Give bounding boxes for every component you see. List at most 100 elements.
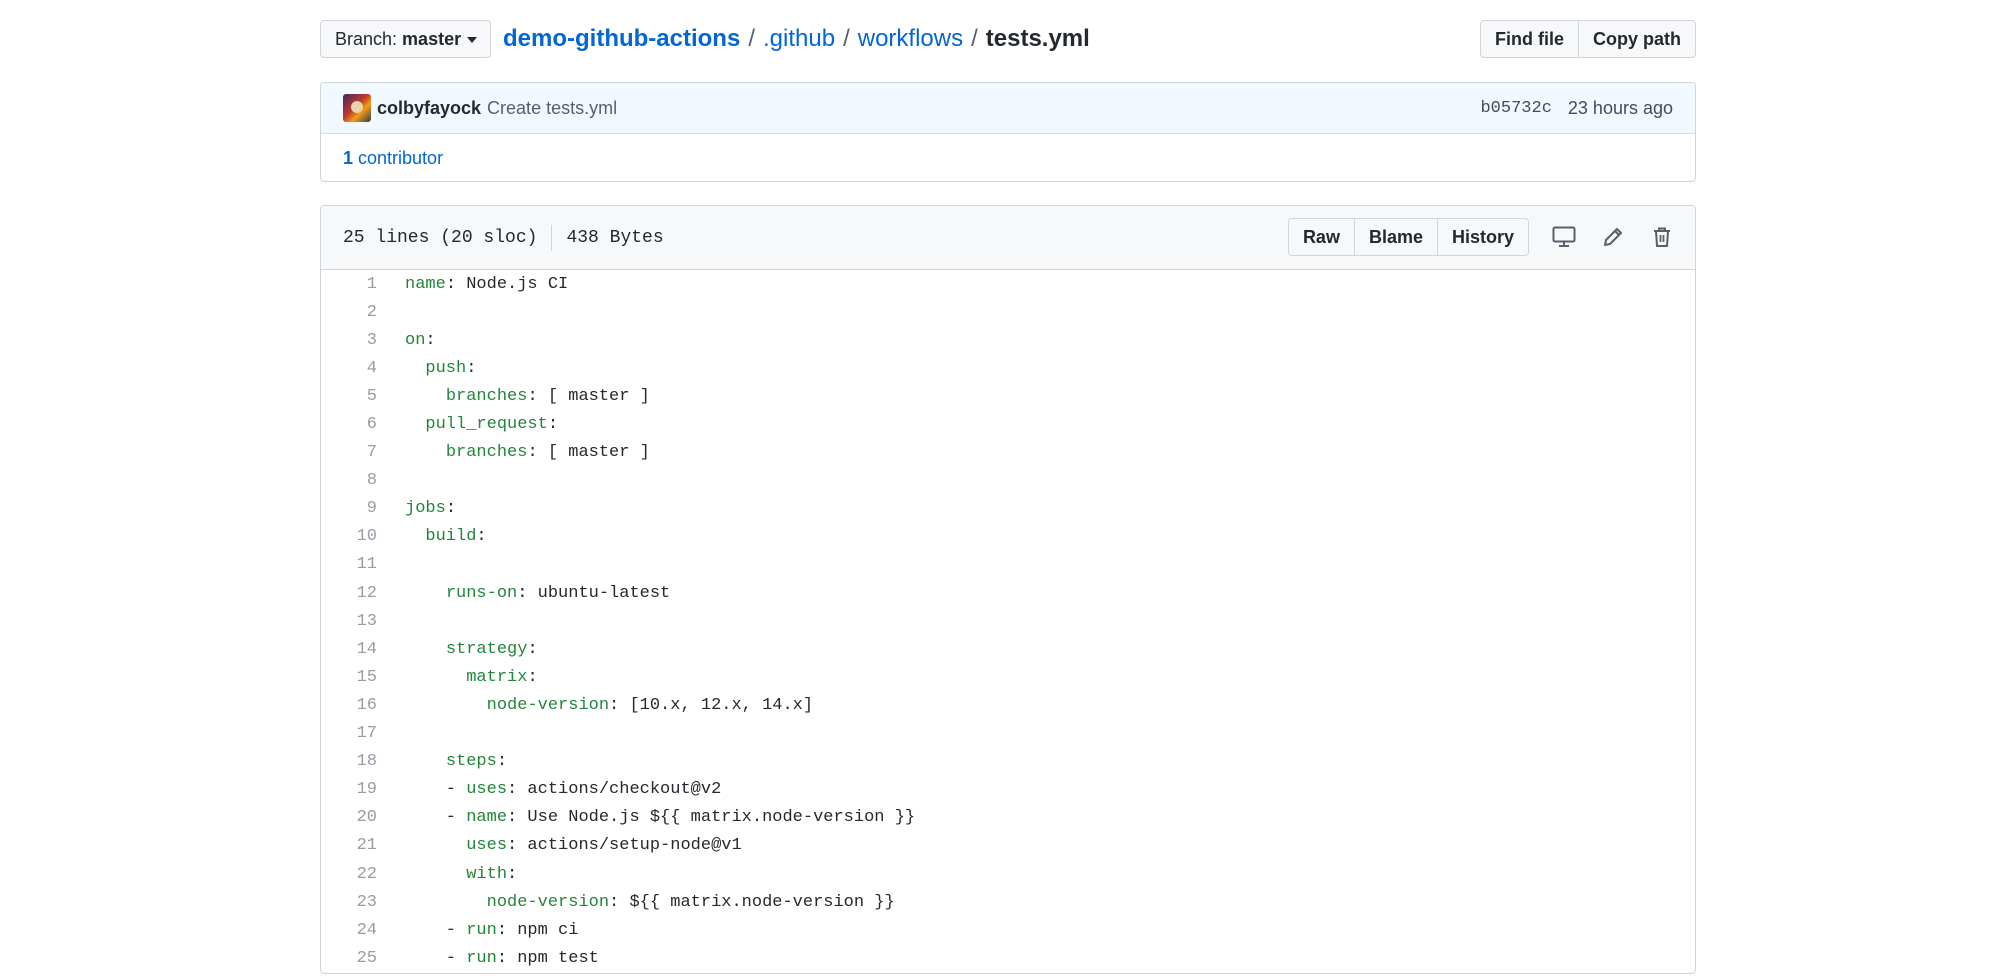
line-indent: - <box>405 780 467 800</box>
line-number[interactable]: 24 <box>321 921 377 940</box>
line-number[interactable]: 6 <box>321 415 377 434</box>
line-number[interactable]: 17 <box>321 724 377 743</box>
code-line: 4 push: <box>321 354 1695 382</box>
code-line: 8 <box>321 467 1695 495</box>
yaml-value: : <box>445 499 457 519</box>
line-number[interactable]: 9 <box>321 499 377 518</box>
line-number[interactable]: 25 <box>321 949 377 968</box>
commit-author-link[interactable]: colbyfayock <box>377 98 481 119</box>
line-content: node-version: [10.x, 12.x, 14.x] <box>377 696 813 715</box>
code-line: 14 strategy: <box>321 635 1695 663</box>
branch-name: master <box>402 28 462 49</box>
line-content: uses: actions/setup-node@v1 <box>377 836 742 856</box>
breadcrumb-separator: / <box>748 25 755 52</box>
line-indent: - <box>405 808 467 828</box>
yaml-key: push <box>425 358 467 378</box>
breadcrumb-repo-link[interactable]: demo-github-actions <box>503 25 740 53</box>
yaml-value: : actions/setup-node@v1 <box>507 836 742 856</box>
line-number[interactable]: 3 <box>321 331 377 350</box>
code-line: 16 node-version: [10.x, 12.x, 14.x] <box>321 691 1695 719</box>
trash-icon[interactable] <box>1645 220 1679 254</box>
code-line: 3 on: <box>321 326 1695 354</box>
line-number[interactable]: 13 <box>321 612 377 631</box>
line-number[interactable]: 7 <box>321 443 377 462</box>
line-number[interactable]: 21 <box>321 836 377 855</box>
desktop-icon[interactable] <box>1547 220 1581 254</box>
yaml-value: : ubuntu-latest <box>517 583 671 603</box>
contributors-row: 1 contributor <box>321 134 1695 181</box>
yaml-value: : Node.js CI <box>445 274 569 294</box>
commit-message-link[interactable]: Create tests.yml <box>487 98 617 119</box>
branch-select-button[interactable]: Branch: master <box>320 20 491 58</box>
line-number[interactable]: 8 <box>321 471 377 490</box>
line-content: on: <box>377 331 436 350</box>
line-number[interactable]: 2 <box>321 303 377 322</box>
line-number[interactable]: 15 <box>321 668 377 687</box>
avatar[interactable] <box>343 94 371 122</box>
breadcrumb-github-dir-link[interactable]: .github <box>763 25 835 53</box>
yaml-value: : npm test <box>496 948 599 968</box>
code-line: 1 name: Node.js CI <box>321 270 1695 298</box>
line-number[interactable]: 18 <box>321 752 377 771</box>
path-button-group: Find file Copy path <box>1480 20 1696 58</box>
yaml-value: : npm ci <box>496 920 579 940</box>
line-number[interactable]: 10 <box>321 527 377 546</box>
yaml-key: steps <box>445 752 497 772</box>
copy-path-button[interactable]: Copy path <box>1578 20 1696 58</box>
find-file-button[interactable]: Find file <box>1480 20 1579 58</box>
yaml-value: : <box>425 330 436 350</box>
contributors-link[interactable]: 1 contributor <box>343 148 443 169</box>
breadcrumb-workflows-dir-link[interactable]: workflows <box>858 25 963 53</box>
raw-button[interactable]: Raw <box>1287 218 1355 256</box>
line-number[interactable]: 16 <box>321 696 377 715</box>
yaml-key: node-version <box>486 892 610 912</box>
contributors-count: 1 <box>343 147 354 168</box>
line-content: with: <box>377 865 517 884</box>
breadcrumb-current-file: tests.yml <box>985 25 1090 52</box>
yaml-key: build <box>425 527 477 547</box>
yaml-key: branches <box>445 386 528 406</box>
history-button[interactable]: History <box>1436 218 1529 256</box>
yaml-value: : <box>466 358 477 378</box>
yaml-value: : ${{ matrix.node-version }} <box>609 892 895 912</box>
code-blob: 1 name: Node.js CI 2 3 on: 4 push: 5 branches:… <box>321 270 1695 972</box>
yaml-key: jobs <box>405 499 446 519</box>
line-number[interactable]: 19 <box>321 780 377 799</box>
breadcrumb-separator: / <box>843 25 850 52</box>
pencil-icon[interactable] <box>1596 220 1630 254</box>
line-number[interactable]: 14 <box>321 640 377 659</box>
line-number[interactable]: 23 <box>321 893 377 912</box>
commit-tease: colbyfayock Create tests.yml b05732c 23 … <box>320 82 1696 182</box>
commit-sha-link[interactable]: b05732c <box>1480 99 1551 118</box>
code-line: 11 <box>321 551 1695 579</box>
yaml-key: uses <box>466 780 508 800</box>
line-content: jobs: <box>377 499 456 518</box>
yaml-value: : Use Node.js ${{ matrix.node-version }} <box>507 808 916 828</box>
line-number[interactable]: 1 <box>321 275 377 294</box>
yaml-key: uses <box>466 836 508 856</box>
line-number[interactable]: 5 <box>321 387 377 406</box>
line-number[interactable]: 11 <box>321 555 377 574</box>
line-number[interactable]: 20 <box>321 808 377 827</box>
yaml-value: : <box>476 527 487 547</box>
line-content: push: <box>377 359 476 378</box>
line-number[interactable]: 4 <box>321 359 377 378</box>
yaml-key: with <box>466 864 508 884</box>
code-line: 6 pull_request: <box>321 410 1695 438</box>
code-line: 25 - run: npm test <box>321 944 1695 972</box>
yaml-value: : <box>527 639 538 659</box>
yaml-key: matrix <box>466 667 528 687</box>
blame-button[interactable]: Blame <box>1353 218 1438 256</box>
line-number[interactable]: 12 <box>321 584 377 603</box>
code-line: 19 - uses: actions/checkout@v2 <box>321 776 1695 804</box>
yaml-key: pull_request <box>425 415 548 435</box>
line-number[interactable]: 22 <box>321 865 377 884</box>
yaml-key: branches <box>445 443 528 463</box>
yaml-value: : actions/checkout@v2 <box>507 780 722 800</box>
